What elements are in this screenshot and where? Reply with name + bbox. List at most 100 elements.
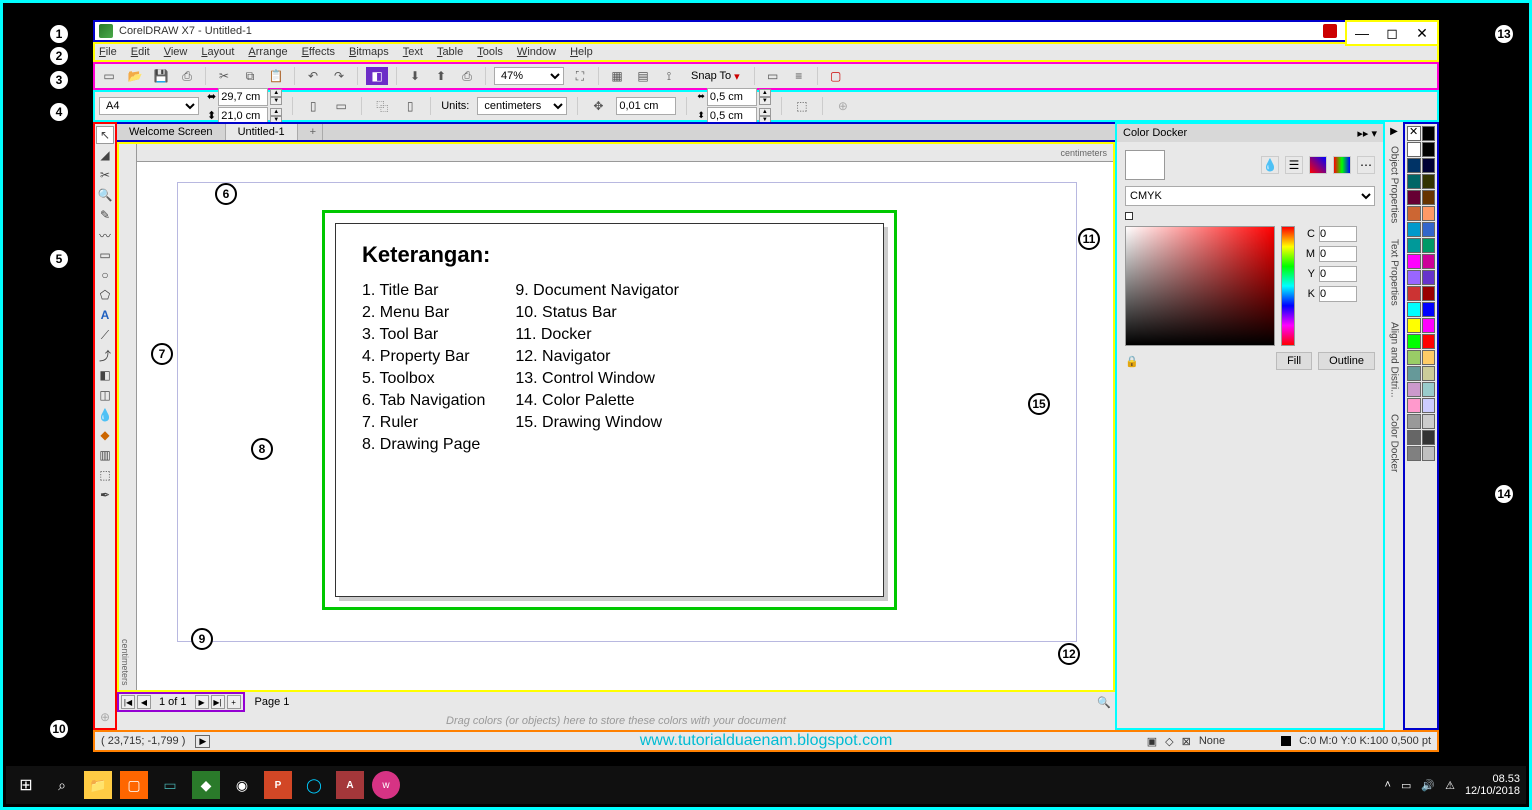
color-swatch[interactable] [1422,158,1436,173]
import-icon[interactable]: ⬇ [405,66,425,86]
vtab-color-docker[interactable]: Color Docker [1387,407,1402,479]
color-swatch[interactable] [1422,446,1436,461]
menu-window[interactable]: Window [517,46,556,58]
treat-as-icon[interactable]: ⬚ [792,96,812,116]
menu-arrange[interactable]: Arrange [248,46,287,58]
menu-tools[interactable]: Tools [477,46,503,58]
dup-x-input[interactable] [707,88,757,106]
portrait-icon[interactable]: ▯ [303,96,323,116]
color-swatch[interactable] [1422,238,1436,253]
page-width-input[interactable] [218,88,268,106]
color-swatch[interactable] [1422,270,1436,285]
maximize-button[interactable]: ◻ [1377,22,1407,44]
menu-effects[interactable]: Effects [302,46,335,58]
close-button[interactable]: ✕ [1407,22,1437,44]
artistic-tool-icon[interactable]: 〰 [96,226,114,244]
color-swatch[interactable] [1422,302,1436,317]
color-swatch[interactable] [1422,126,1436,141]
access-icon[interactable]: A [336,771,364,799]
eyedropper-tool-icon[interactable]: 💧 [96,406,114,424]
open-icon[interactable]: 📂 [125,66,145,86]
user-icon[interactable] [1323,24,1337,38]
color-swatch[interactable] [1407,142,1421,157]
redo-icon[interactable]: ↷ [329,66,349,86]
color-swatch[interactable] [1407,350,1421,365]
volume-icon[interactable]: 🔊 [1421,779,1435,792]
zoom-select[interactable]: 47% [494,67,564,85]
color-swatch[interactable] [1407,414,1421,429]
page-size-select[interactable]: A4 [99,97,199,115]
drop-shadow-tool-icon[interactable]: ◧ [96,366,114,384]
color-swatch[interactable] [1422,318,1436,333]
uc-browser-icon[interactable]: ▢ [120,771,148,799]
shape-tool-icon[interactable]: ◢ [96,146,114,164]
color-swatch[interactable] [1407,190,1421,205]
fullscreen-icon[interactable]: ⛶ [570,66,590,86]
color-swatch[interactable] [1422,398,1436,413]
edge-icon[interactable]: ◯ [300,771,328,799]
add-page-button[interactable]: + [227,695,241,709]
color-swatch[interactable] [1422,254,1436,269]
landscape-icon[interactable]: ▭ [331,96,351,116]
color-swatch[interactable] [1407,334,1421,349]
color-swatch[interactable] [1407,270,1421,285]
ellipse-tool-icon[interactable]: ○ [96,266,114,284]
smart-fill-icon[interactable]: ⬚ [96,466,114,484]
menu-view[interactable]: View [164,46,188,58]
cut-icon[interactable]: ✂ [214,66,234,86]
new-icon[interactable]: ▭ [99,66,119,86]
sliders-icon[interactable]: ☰ [1285,156,1303,174]
first-page-button[interactable]: |◀ [121,695,135,709]
tray-up-icon[interactable]: ˄ [1385,779,1391,791]
undo-icon[interactable]: ↶ [303,66,323,86]
menu-layout[interactable]: Layout [201,46,234,58]
hue-strip[interactable] [1281,226,1295,346]
fill-status-icon[interactable]: ◇ [1165,735,1173,748]
color-swatch[interactable] [1407,446,1421,461]
pick-tool-icon[interactable]: ↖ [96,126,114,144]
explorer-icon[interactable]: 📁 [84,771,112,799]
add-preset-icon[interactable]: ⊕ [833,96,853,116]
color-swatch[interactable] [1422,414,1436,429]
color-swatch[interactable] [1422,222,1436,237]
launcher-icon[interactable]: ≡ [789,66,809,86]
color-swatch[interactable] [1422,382,1436,397]
vtab-text-properties[interactable]: Text Properties [1387,232,1402,313]
cyan-input[interactable] [1319,226,1357,242]
play-icon[interactable]: ▶ [195,735,210,748]
color-swatch[interactable] [1422,334,1436,349]
color-swatch[interactable] [1422,190,1436,205]
color-swatch[interactable] [1407,254,1421,269]
color-swatch[interactable] [1407,238,1421,253]
snap-to-dropdown[interactable]: Snap To ▾ [685,70,746,83]
color-swatch[interactable] [1422,430,1436,445]
save-icon[interactable]: 💾 [151,66,171,86]
start-button[interactable]: ⊞ [12,771,40,799]
navigator-button[interactable]: 🔍 [1093,696,1115,709]
docker-options-icon[interactable]: ▸▸ ▾ [1357,127,1377,140]
freehand-tool-icon[interactable]: ✎ [96,206,114,224]
chrome-icon[interactable]: ◉ [228,771,256,799]
coreldraw-icon[interactable]: ◆ [192,771,220,799]
color-swatch[interactable] [1407,206,1421,221]
magenta-input[interactable] [1319,246,1357,262]
prev-page-button[interactable]: ◀ [137,695,151,709]
menu-edit[interactable]: Edit [131,46,150,58]
color-swatch[interactable] [1422,366,1436,381]
canvas[interactable]: Keterangan: 1. Title Bar2. Menu Bar3. To… [137,162,1113,690]
next-page-button[interactable]: ▶ [195,695,209,709]
interactive-fill-icon[interactable]: ▥ [96,446,114,464]
connector-tool-icon[interactable]: ⤴ [96,346,114,364]
color-swatch[interactable] [1407,398,1421,413]
color-swatch[interactable] [1422,350,1436,365]
color-swatch[interactable] [1422,286,1436,301]
black-input[interactable] [1319,286,1357,302]
lock-icon[interactable]: 🔒 [1125,355,1139,368]
units-select[interactable]: centimeters [477,97,567,115]
tab-document[interactable]: Untitled-1 [226,124,298,140]
tab-welcome[interactable]: Welcome Screen [117,124,226,140]
color-swatch[interactable] [1407,174,1421,189]
color-swatch[interactable] [1422,206,1436,221]
palettes-icon[interactable] [1333,156,1351,174]
color-swatch[interactable] [1407,430,1421,445]
